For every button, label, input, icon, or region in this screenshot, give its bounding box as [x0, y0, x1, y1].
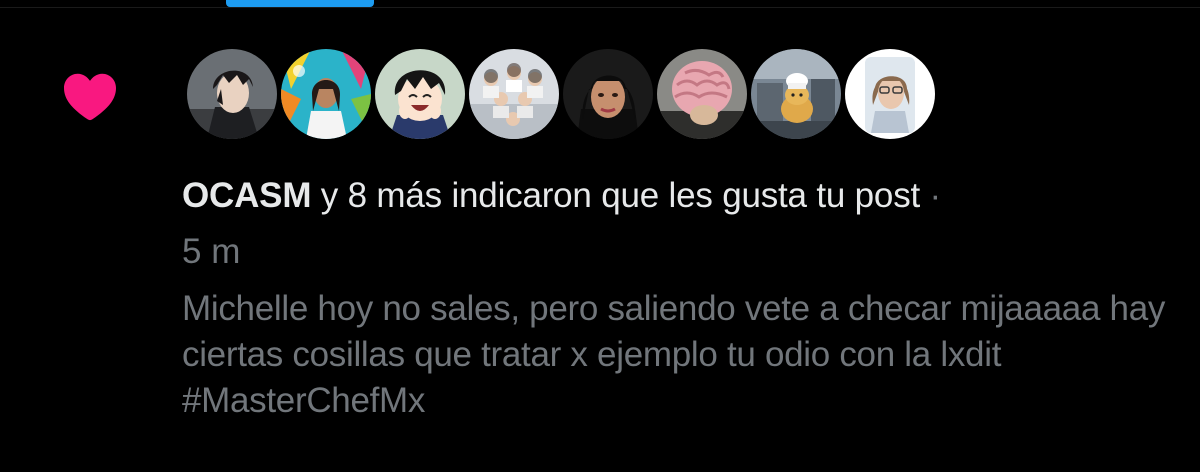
liker-avatar[interactable]	[278, 46, 374, 142]
timestamp: 5 m	[182, 232, 241, 271]
summary-text: y 8 más indicaron que les gusta tu post	[311, 176, 921, 215]
separator-dot: ·	[920, 176, 942, 215]
like-summary: OCASM y 8 más indicaron que les gusta tu…	[182, 176, 1172, 216]
liker-avatar[interactable]	[560, 46, 656, 142]
active-tab-indicator	[226, 0, 374, 7]
liker-avatar[interactable]	[466, 46, 562, 142]
liker-avatar[interactable]	[184, 46, 280, 142]
liker-avatar[interactable]	[748, 46, 844, 142]
heart-icon	[61, 70, 119, 122]
liker-avatar[interactable]	[842, 46, 938, 142]
liker-avatar[interactable]	[654, 46, 750, 142]
liker-name-link[interactable]: OCASM	[182, 176, 311, 215]
liker-avatars	[184, 46, 938, 142]
liker-avatar[interactable]	[372, 46, 468, 142]
post-text[interactable]: Michelle hoy no sales, pero saliendo vet…	[182, 286, 1182, 424]
top-divider	[0, 7, 1200, 8]
